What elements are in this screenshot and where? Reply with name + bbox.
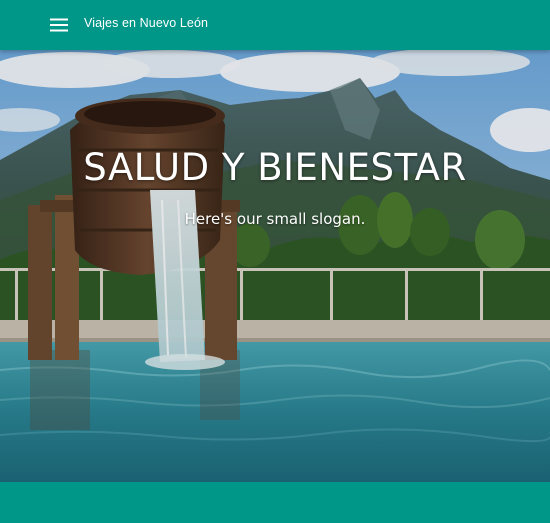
app-title[interactable]: Viajes en Nuevo León xyxy=(84,16,208,30)
hero-title: SALUD Y BIENESTAR xyxy=(83,146,467,189)
app-bar: Viajes en Nuevo León xyxy=(0,0,550,50)
menu-button[interactable] xyxy=(44,12,74,38)
hero-slogan: Here's our small slogan. xyxy=(184,210,366,228)
footer-band xyxy=(0,482,550,523)
hamburger-menu-icon xyxy=(50,18,68,32)
hero-section: SALUD Y BIENESTAR Here's our small sloga… xyxy=(0,50,550,482)
hero-background-image xyxy=(0,50,550,482)
